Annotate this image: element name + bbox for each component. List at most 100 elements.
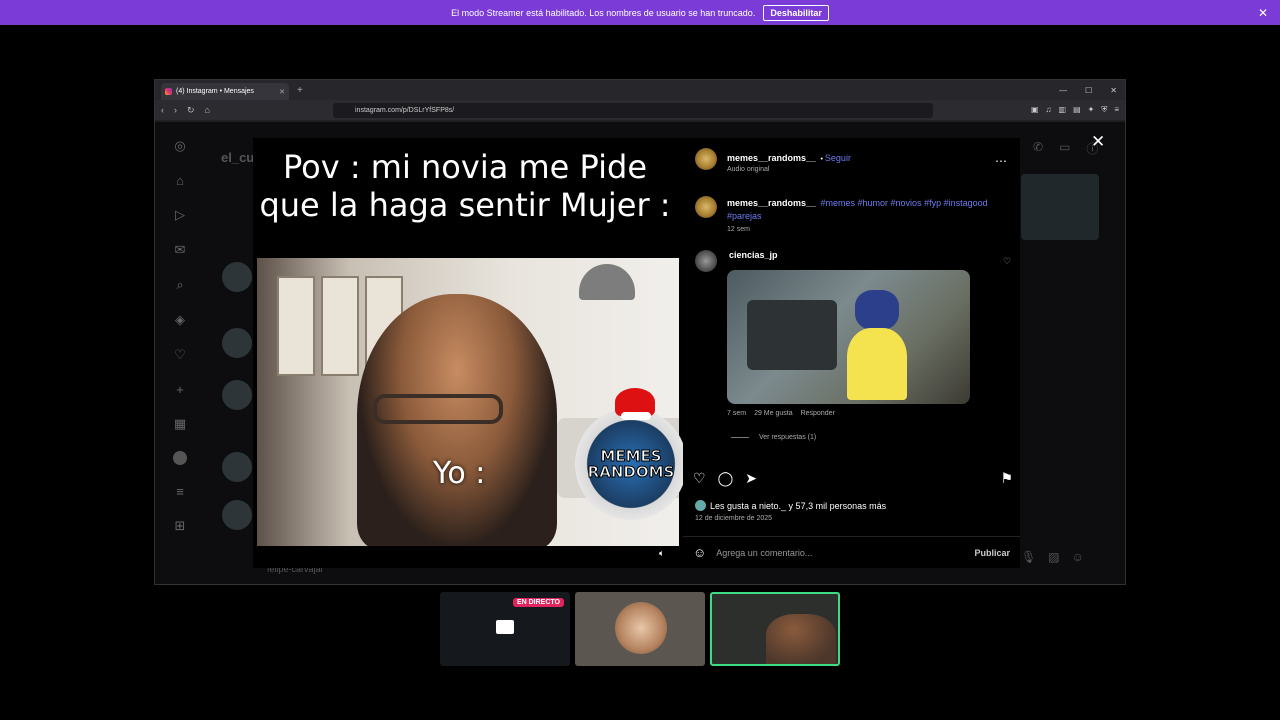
author-username[interactable]: memes__randoms__ (727, 153, 816, 163)
volume-icon[interactable]: 🔈︎ (659, 548, 664, 559)
tab-close-icon[interactable]: ✕ (279, 88, 285, 96)
window-close-icon[interactable]: ✕ (1110, 86, 1117, 95)
address-bar[interactable]: instagram.com/p/DSLrYfSFP8s/ (333, 103, 933, 118)
comment-input[interactable]: Agrega un comentario... (716, 548, 812, 558)
chat-media-thumbnail[interactable] (1021, 174, 1099, 240)
post-caption: memes__randoms__ #memes #humor #novios #… (695, 196, 995, 233)
dm-avatar[interactable] (222, 328, 252, 358)
video-caption: Pov : mi novia me Pide que la haga senti… (259, 148, 671, 224)
reel-video[interactable]: Pov : mi novia me Pide que la haga senti… (253, 138, 687, 568)
reply-button[interactable]: Responder (801, 410, 835, 417)
browser-window: (4) Instagram • Mensajes ✕ + — ☐ ✕ ‹ › ↻… (154, 79, 1126, 585)
post-panel: memes__randoms__ • Seguir Audio original… (683, 138, 1020, 568)
reload-icon[interactable]: ↻ (187, 105, 195, 116)
maximize-icon[interactable]: ☐ (1085, 86, 1092, 95)
messages-icon[interactable]: ✉ (175, 242, 186, 258)
comment-gif[interactable] (727, 270, 970, 404)
comment-time: 7 sem (727, 410, 747, 417)
screen-share-icon (496, 620, 514, 634)
comment: ciencias_jp (695, 250, 778, 272)
back-icon[interactable]: ‹ (161, 105, 164, 115)
caption-avatar[interactable] (695, 196, 717, 218)
phone-icon[interactable]: ✆ (1033, 140, 1043, 157)
menu-icon[interactable]: ≡ (1114, 105, 1119, 115)
webcam-thumbnail[interactable] (710, 592, 840, 666)
instagram-sidebar: ◎ ⌂ ▷ ✉ ⌕ ◈ ♡ + ▦ ≡ ⊞ (155, 122, 205, 584)
profile-avatar[interactable] (173, 451, 187, 465)
participant-thumbnail[interactable] (575, 592, 705, 666)
apps-icon[interactable]: ⊞ (175, 518, 186, 534)
comment-icon[interactable]: ◯ (718, 470, 734, 487)
extension-icons: ▣ ♫ ▥ ▤ ✦ ⛨ ≡ (1031, 105, 1119, 115)
post-actions: ♡ ◯ ➤ ⚑ (693, 470, 1013, 487)
lamp (579, 264, 635, 300)
explore-icon[interactable]: ◈ (175, 312, 185, 328)
modal-close-icon[interactable]: ✕ (1091, 132, 1105, 152)
new-tab-icon[interactable]: + (297, 85, 303, 96)
minimize-icon[interactable]: — (1059, 86, 1067, 95)
emoji-icon[interactable]: ☺ (693, 545, 706, 560)
disable-streamer-button[interactable]: Deshabilitar (763, 4, 829, 21)
logo-line2: RANDOMS (587, 463, 675, 481)
comment-meta: 7 sem 29 Me gusta Responder (727, 410, 835, 417)
home-nav-icon[interactable]: ⌂ (176, 173, 184, 188)
close-icon[interactable]: ✕ (1258, 6, 1268, 20)
participant-avatar (615, 602, 667, 654)
audio-label[interactable]: Audio original (727, 166, 851, 173)
streamer-mode-banner: El modo Streamer está habilitado. Los no… (0, 0, 1280, 25)
glasses (373, 394, 503, 424)
view-replies-label[interactable]: Ver respuestas (1) (759, 434, 816, 441)
mic-icon[interactable]: 🎙︎ (1021, 550, 1036, 564)
chat-input-icons: 🎙︎ ▨ ☺ (1021, 550, 1084, 564)
shield-icon[interactable]: ⛨ (1101, 105, 1107, 115)
reels-icon[interactable]: ▷ (175, 207, 185, 223)
live-badge: EN DIRECTO (512, 598, 564, 607)
chat-header-icons: ✆ ▭ ⓘ (1033, 140, 1098, 157)
create-icon[interactable]: + (176, 382, 184, 397)
dm-avatar[interactable] (222, 380, 252, 410)
instagram-page: ◎ ⌂ ▷ ✉ ⌕ ◈ ♡ + ▦ ≡ ⊞ el_cu felipe-carva… (155, 122, 1125, 584)
likes-summary[interactable]: Les gusta a nieto._ y 57,3 mil personas … (695, 500, 886, 511)
instagram-logo-icon[interactable]: ◎ (174, 138, 185, 154)
sidebar-icon[interactable]: ▣ (1031, 105, 1039, 115)
tab-bar: (4) Instagram • Mensajes ✕ + — ☐ ✕ (155, 80, 1125, 100)
caption-time: 12 sem (727, 226, 750, 233)
more-menu-icon[interactable]: ≡ (176, 484, 184, 499)
heart-nav-icon[interactable]: ♡ (174, 347, 186, 363)
home-icon[interactable]: ⌂ (205, 105, 210, 115)
commenter-username[interactable]: ciencias_jp (729, 250, 778, 260)
share-icon[interactable]: ➤ (745, 470, 757, 487)
url-text: instagram.com/p/DSLrYfSFP8s/ (355, 107, 455, 114)
search-icon[interactable]: ⌕ (176, 277, 183, 293)
comment-bar: ☺ Agrega un comentario... Publicar (683, 536, 1020, 568)
browser-tab[interactable]: (4) Instagram • Mensajes ✕ (161, 83, 289, 100)
split-view-icon[interactable]: ▥ (1059, 105, 1067, 115)
video-call-icon[interactable]: ▭ (1059, 140, 1070, 157)
more-options-icon[interactable]: ⋯ (995, 154, 1007, 168)
gif-stove (747, 300, 837, 370)
author-avatar[interactable] (695, 148, 717, 170)
caption-username[interactable]: memes__randoms__ (727, 198, 816, 208)
stats-icon[interactable]: ▦ (174, 416, 186, 432)
extensions-icon[interactable]: ✦ (1088, 105, 1095, 115)
sticker-icon[interactable]: ☺ (1072, 550, 1084, 564)
follow-button[interactable]: Seguir (825, 153, 851, 163)
forward-icon[interactable]: › (174, 105, 177, 115)
wallet-icon[interactable]: ▤ (1073, 105, 1081, 115)
like-icon[interactable]: ♡ (693, 470, 706, 487)
webcam-person (766, 614, 836, 664)
tab-title: (4) Instagram • Mensajes (176, 88, 254, 95)
view-replies[interactable]: Ver respuestas (1) (731, 434, 816, 441)
dm-avatar[interactable] (222, 262, 252, 292)
music-icon[interactable]: ♫ (1046, 105, 1052, 115)
comment-likes[interactable]: 29 Me gusta (754, 410, 793, 417)
video-overlay-text: Yo : (433, 456, 486, 491)
screen-share-thumbnail[interactable]: EN DIRECTO (440, 592, 570, 666)
dm-avatar[interactable] (222, 500, 252, 530)
image-icon[interactable]: ▨ (1048, 550, 1059, 564)
comment-like-icon[interactable]: ♡ (1003, 256, 1011, 267)
commenter-avatar[interactable] (695, 250, 717, 272)
dm-avatar[interactable] (222, 452, 252, 482)
bookmark-icon[interactable]: ⚑ (1000, 470, 1013, 487)
publish-button[interactable]: Publicar (974, 548, 1010, 558)
